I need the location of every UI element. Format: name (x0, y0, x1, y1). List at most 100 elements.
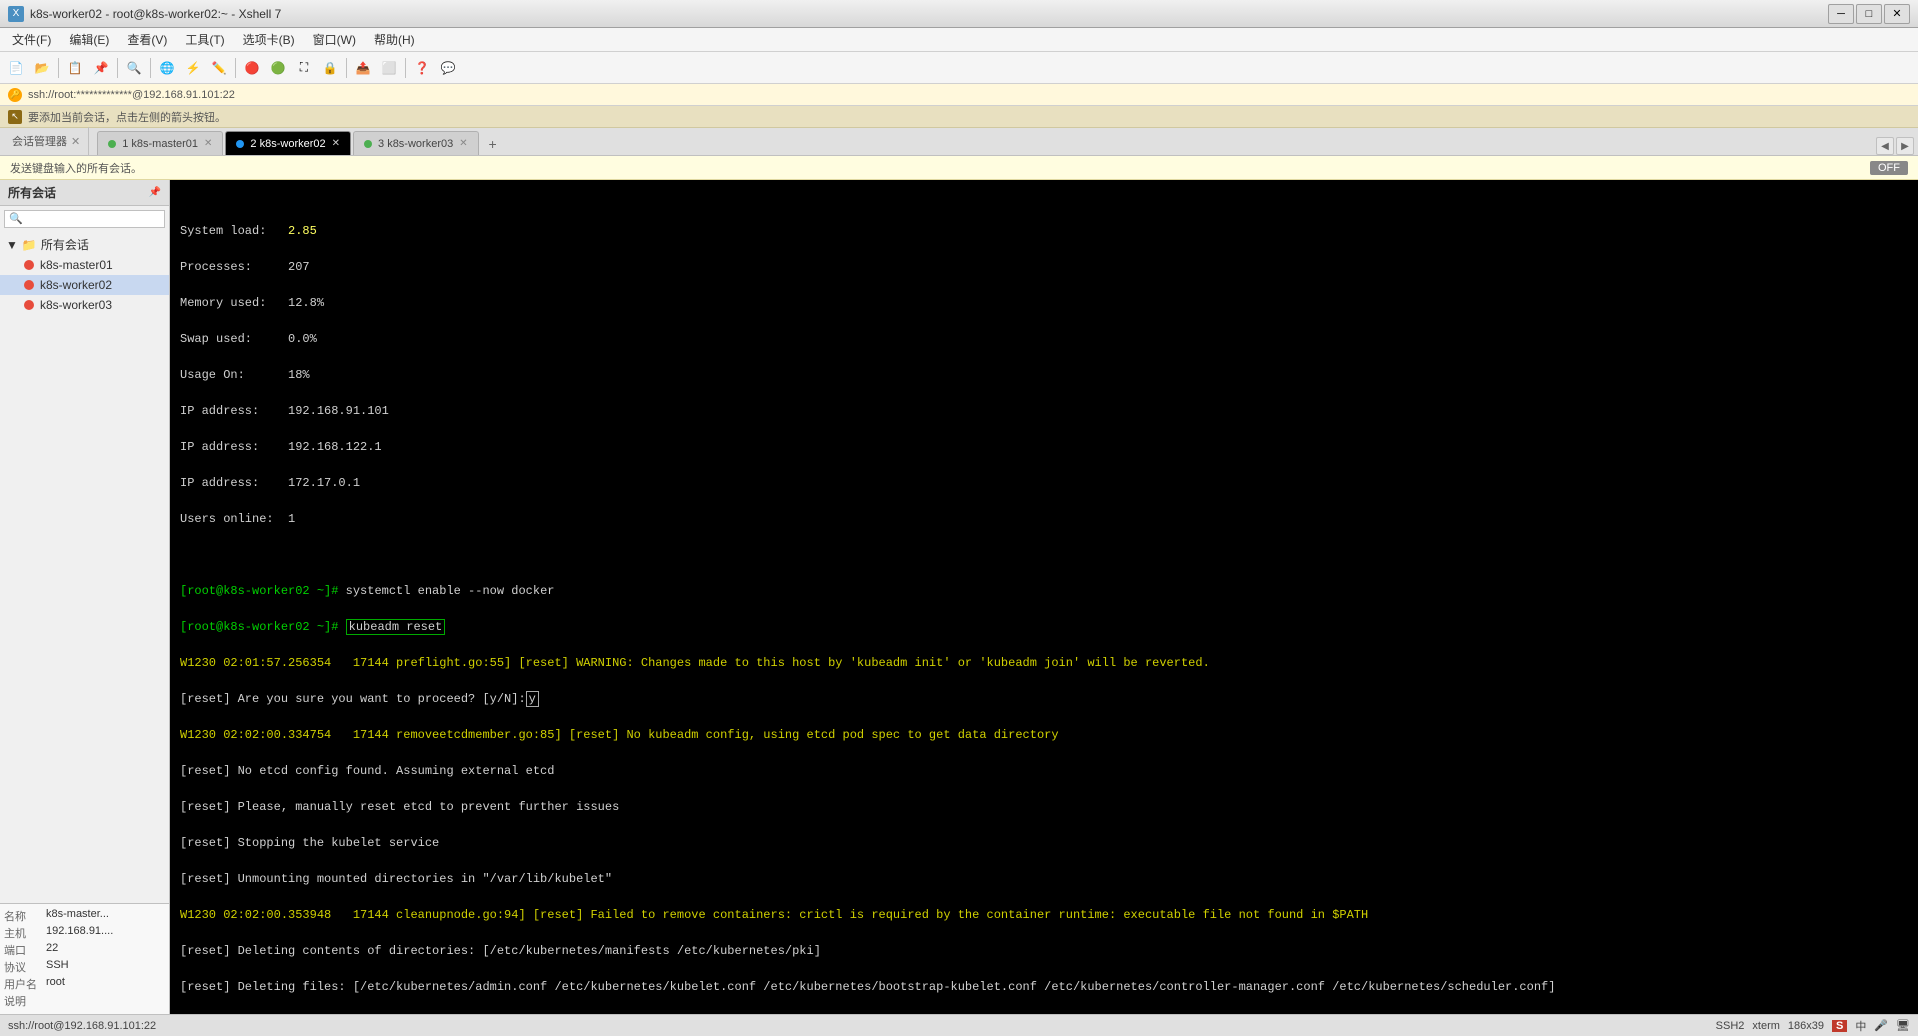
session-close-icon[interactable]: ✕ (71, 135, 80, 148)
menu-edit[interactable]: 编辑(E) (61, 29, 117, 50)
group-folder-icon: 📁 (22, 238, 37, 252)
menu-bar: 文件(F) 编辑(E) 查看(V) 工具(T) 选项卡(B) 窗口(W) 帮助(… (0, 28, 1918, 52)
term-line-1: System load: 2.85 (180, 222, 1908, 240)
tab-k8s-master01[interactable]: 1 k8s-master01 ✕ (97, 131, 223, 155)
sidebar-item-worker02[interactable]: k8s-worker02 (0, 275, 169, 295)
toolbar-new[interactable]: 📄 (4, 56, 28, 80)
broadcast-off-button[interactable]: OFF (1870, 161, 1908, 175)
tab-nav-left[interactable]: ◀ (1876, 137, 1894, 155)
sidebar-search-input[interactable] (4, 210, 165, 228)
term-line-r4: [reset] Unmounting mounted directories i… (180, 870, 1908, 888)
toolbar-sep4 (235, 58, 236, 78)
sidebar-header: 所有会话 📌 (0, 180, 169, 206)
sidebar-item-worker03[interactable]: k8s-worker03 (0, 295, 169, 315)
status-icon-zh: 中 (1855, 1018, 1866, 1034)
prop-row-username: 用户名 root (4, 976, 165, 992)
status-icon-monitor: 🖥 (1896, 1019, 1910, 1032)
toolbar-copy[interactable]: 📋 (63, 56, 87, 80)
term-warn-1: W1230 02:01:57.256354 17144 preflight.go… (180, 654, 1908, 672)
session-group-all: ▼ 📁 所有会话 k8s-master01 k8s-worker02 k8s-w… (0, 232, 169, 317)
terminal-container: System load: 2.85 Processes: 207 Memory … (170, 180, 1918, 1014)
session-manager-label: 会话管理器 ✕ (4, 127, 89, 155)
term-line-r3: [reset] Stopping the kubelet service (180, 834, 1908, 852)
toolbar-help[interactable]: ❓ (410, 56, 434, 80)
toolbar-lock[interactable]: 🔒 (318, 56, 342, 80)
close-button[interactable]: ✕ (1884, 4, 1910, 24)
toolbar-b2[interactable]: ✏️ (207, 56, 231, 80)
status-right: SSH2 xterm 186x39 S 中 🎤 🖥 (1716, 1018, 1910, 1034)
menu-help[interactable]: 帮助(H) (366, 29, 423, 50)
toolbar-connect[interactable]: 🌐 (155, 56, 179, 80)
toolbar: 📄 📂 📋 📌 🔍 🌐 ⚡ ✏️ 🔴 🟢 ⛶ 🔒 📤 ⬜ ❓ 💬 (0, 52, 1918, 84)
toolbar-open[interactable]: 📂 (30, 56, 54, 80)
toolbar-transfer[interactable]: 📤 (351, 56, 375, 80)
tab-close-2[interactable]: ✕ (332, 138, 340, 149)
tab-nav: ◀ ▶ (1876, 137, 1914, 155)
tab-bar: 会话管理器 ✕ 1 k8s-master01 ✕ 2 k8s-worker02 … (0, 128, 1918, 156)
prop-label-protocol: 协议 (4, 959, 46, 975)
tab-nav-right[interactable]: ▶ (1896, 137, 1914, 155)
window-title: k8s-worker02 - root@k8s-worker02:~ - Xsh… (30, 7, 281, 21)
prop-value-username: root (46, 976, 65, 992)
prop-value-protocol: SSH (46, 959, 69, 975)
toolbar-b1[interactable]: ⚡ (181, 56, 205, 80)
group-label: 所有会话 (41, 236, 89, 253)
toolbar-chat[interactable]: 💬 (436, 56, 460, 80)
tab-close-1[interactable]: ✕ (204, 138, 212, 149)
toolbar-sep6 (405, 58, 406, 78)
menu-tabs[interactable]: 选项卡(B) (235, 29, 303, 50)
notice-text: 要添加当前会话，点击左侧的箭头按钮。 (28, 109, 226, 125)
term-line-5: Usage On: 18% (180, 366, 1908, 384)
term-warn-3: W1230 02:02:00.353948 17144 cleanupnode.… (180, 906, 1908, 924)
session-group-header[interactable]: ▼ 📁 所有会话 (0, 234, 169, 255)
session-label-text: 会话管理器 (12, 133, 67, 149)
prop-label-desc: 说明 (4, 993, 46, 1009)
ssh-icon: 🔑 (8, 88, 22, 102)
term-warn-2: W1230 02:02:00.334754 17144 removeetcdme… (180, 726, 1908, 744)
maximize-button[interactable]: □ (1856, 4, 1882, 24)
toolbar-box[interactable]: ⬜ (377, 56, 401, 80)
prop-row-desc: 说明 (4, 993, 165, 1009)
prop-label-name: 名称 (4, 908, 46, 924)
term-cmd-1: [root@k8s-worker02 ~]# systemctl enable … (180, 582, 1908, 600)
toolbar-b3[interactable]: 🔴 (240, 56, 264, 80)
tab-k8s-worker03[interactable]: 3 k8s-worker03 ✕ (353, 131, 479, 155)
term-line-9: Users online: 1 (180, 510, 1908, 528)
sidebar-pin-icon[interactable]: 📌 (149, 187, 161, 198)
tab-k8s-worker02[interactable]: 2 k8s-worker02 ✕ (225, 131, 351, 155)
toolbar-find[interactable]: 🔍 (122, 56, 146, 80)
status-xterm-label: xterm (1752, 1020, 1780, 1032)
toolbar-paste[interactable]: 📌 (89, 56, 113, 80)
term-line-r1: [reset] No etcd config found. Assuming e… (180, 762, 1908, 780)
broadcast-text: 发送键盘输入的所有会话。 (10, 160, 142, 176)
menu-view[interactable]: 查看(V) (119, 29, 175, 50)
terminal[interactable]: System load: 2.85 Processes: 207 Memory … (170, 180, 1918, 1014)
sidebar-item-master01[interactable]: k8s-master01 (0, 255, 169, 275)
tab-add-button[interactable]: + (481, 133, 505, 155)
toolbar-b4[interactable]: 🟢 (266, 56, 290, 80)
session-name-worker03: k8s-worker03 (40, 298, 112, 312)
toolbar-sep1 (58, 58, 59, 78)
prop-value-host: 192.168.91.... (46, 925, 113, 941)
prop-row-host: 主机 192.168.91.... (4, 925, 165, 941)
menu-window[interactable]: 窗口(W) (305, 29, 364, 50)
broadcast-bar: 发送键盘输入的所有会话。 OFF (0, 156, 1918, 180)
session-dot-master01 (24, 260, 34, 270)
sidebar: 所有会话 📌 ▼ 📁 所有会话 k8s-master01 k8s-worker0… (0, 180, 170, 1014)
app-icon: X (8, 6, 24, 22)
menu-tools[interactable]: 工具(T) (177, 29, 232, 50)
tab-label-1: 1 k8s-master01 (122, 138, 198, 150)
ssh-bar: 🔑 ssh://root:*************@192.168.91.10… (0, 84, 1918, 106)
toolbar-sep3 (150, 58, 151, 78)
tab-close-3[interactable]: ✕ (459, 138, 467, 149)
properties-panel: 名称 k8s-master... 主机 192.168.91.... 端口 22… (0, 903, 169, 1014)
status-icon-s: S (1832, 1020, 1847, 1032)
status-size-label: 186x39 (1788, 1020, 1824, 1032)
status-ssh-label: SSH2 (1716, 1020, 1745, 1032)
minimize-button[interactable]: ─ (1828, 4, 1854, 24)
menu-file[interactable]: 文件(F) (4, 29, 59, 50)
sidebar-search-container (0, 206, 169, 232)
status-icon-mic: 🎤 (1874, 1019, 1888, 1032)
toolbar-fullscreen[interactable]: ⛶ (292, 56, 316, 80)
prop-label-port: 端口 (4, 942, 46, 958)
